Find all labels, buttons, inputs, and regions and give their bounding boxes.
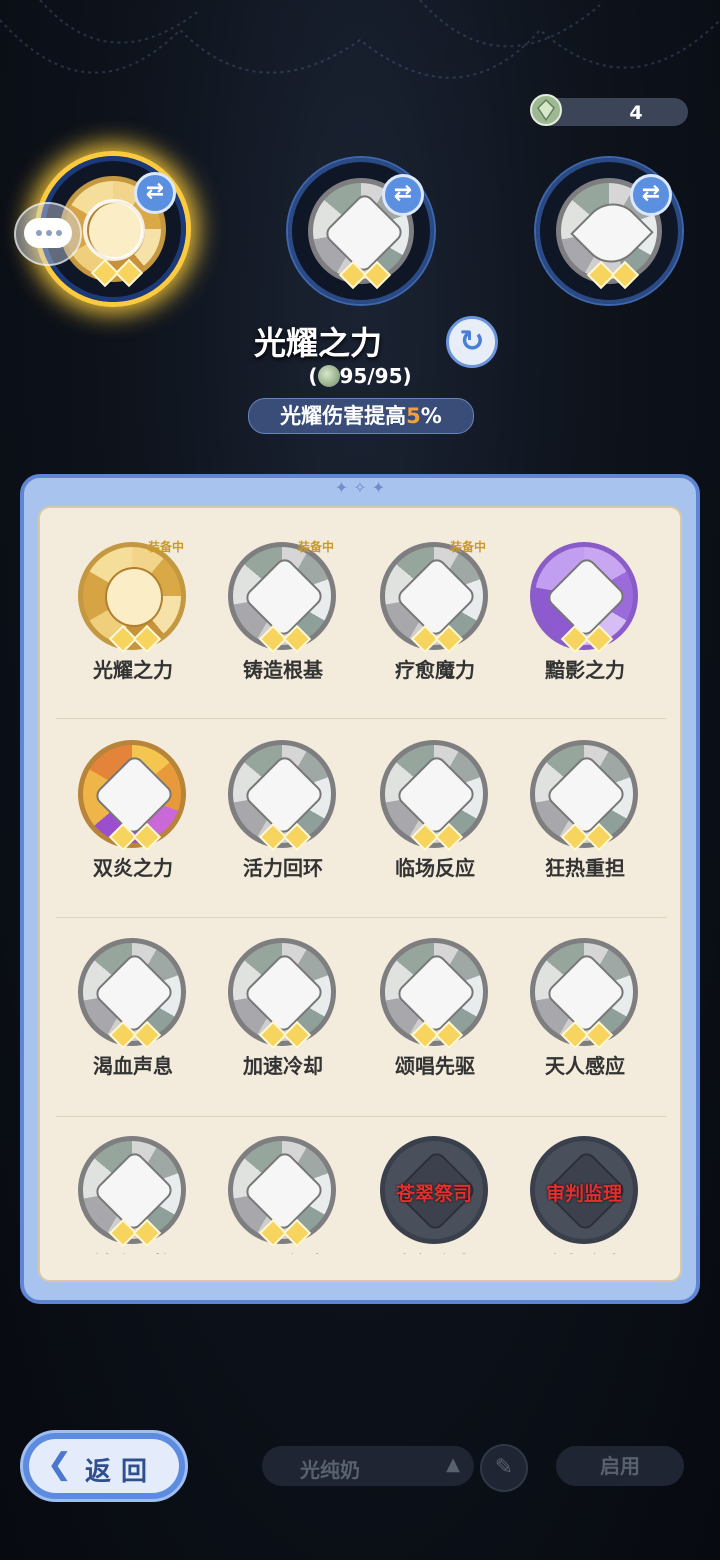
equipped-badge: 装备中 <box>148 540 185 554</box>
radiant-compass-icon <box>78 542 186 654</box>
talent-item[interactable]: 装备中疗愈魔力 <box>360 540 510 722</box>
gauntlet-icon <box>228 938 336 1050</box>
talent-name: 双炎之力 <box>93 856 173 880</box>
talent-name: 不退之壁 <box>208 1248 358 1254</box>
talent-name: 颂唱先驱 <box>395 1054 475 1078</box>
star-burst-icon <box>228 740 336 852</box>
currency-value: 4 <box>629 102 643 124</box>
shield-icon <box>228 1136 336 1248</box>
talent-name: 加速冷却 <box>243 1054 323 1078</box>
talent-item[interactable]: 装备中铸造根基 <box>208 540 358 722</box>
refresh-icon[interactable]: ↻ <box>446 316 498 368</box>
talent-name: 活力回环 <box>243 856 323 880</box>
sun-eye-icon <box>380 938 488 1050</box>
talent-item[interactable]: 黯影之力 <box>510 542 660 722</box>
talent-name: 天人感应 <box>545 1054 625 1078</box>
ornament-icon: ✦ ✧ ✦ <box>334 478 386 497</box>
talent-item[interactable]: 渴血声息 <box>58 938 208 1118</box>
leaf-icon <box>380 542 488 654</box>
talent-name: 光耀之力 <box>93 658 173 682</box>
talent-name: 铸造根基 <box>243 658 323 682</box>
locked-requirement-label: 审判监理 <box>545 1183 622 1205</box>
talent-name: 狂热重担 <box>545 856 625 880</box>
talent-item[interactable]: 苍翠祭司自然之力 <box>360 1136 510 1254</box>
talent-item[interactable]: 加速冷却 <box>208 938 358 1118</box>
locked-nature-icon: 苍翠祭司 <box>380 1136 488 1244</box>
moon-star-icon <box>530 542 638 654</box>
talent-item[interactable]: 活力回环 <box>208 740 358 920</box>
talent-name: 疗愈魔力 <box>395 658 475 682</box>
talent-name: 审判之力 <box>510 1248 660 1254</box>
equipped-badge: 装备中 <box>298 540 335 554</box>
locked-judgement-icon: 审判监理 <box>530 1136 638 1244</box>
talent-item[interactable]: 触底升格 <box>58 1136 208 1254</box>
equipped-badge: 装备中 <box>450 540 487 554</box>
swap-icon[interactable]: ⇄ <box>382 174 424 216</box>
cross-flower-icon <box>530 938 638 1050</box>
equipped-slot-2[interactable]: ⇄ <box>288 158 434 304</box>
talent-name: 自然之力 <box>360 1248 510 1254</box>
selected-cost: (95/95) <box>308 364 412 388</box>
equipped-slot-3[interactable]: ⇄ <box>536 158 682 304</box>
selected-title: 光耀之力 <box>253 324 382 362</box>
edit-pencil-icon[interactable]: ✎ <box>480 1444 528 1492</box>
crystal-icon <box>228 542 336 654</box>
swap-icon[interactable]: ⇄ <box>134 172 176 214</box>
talent-name: 触底升格 <box>58 1248 208 1254</box>
back-arrow-icon: ❮ <box>47 1447 73 1482</box>
chat-bubble-icon[interactable] <box>14 202 82 266</box>
flame-icon <box>78 740 186 852</box>
talent-item[interactable]: 狂热重担 <box>510 740 660 920</box>
talent-item[interactable]: 临场反应 <box>360 740 510 920</box>
selected-effect: 光耀伤害提高5% <box>248 398 474 434</box>
talent-name: 渴血声息 <box>93 1054 173 1078</box>
enable-button[interactable]: 启用 <box>556 1446 684 1486</box>
currency-counter: 4 <box>530 94 688 126</box>
eye-icon <box>530 740 638 852</box>
gem-icon <box>317 365 340 387</box>
locked-requirement-label: 苍翠祭司 <box>395 1183 472 1205</box>
talent-item[interactable]: 天人感应 <box>510 938 660 1118</box>
talent-item[interactable]: 颂唱先驱 <box>360 938 510 1118</box>
talent-item[interactable]: 双炎之力 <box>58 740 208 920</box>
talent-name: 黯影之力 <box>545 658 625 682</box>
gem-icon <box>530 94 562 126</box>
dropdown-triangle-icon: ▲ <box>446 1454 460 1475</box>
talent-item[interactable]: 装备中光耀之力 <box>58 540 208 722</box>
preset-dropdown[interactable]: 光纯奶 ▲ <box>262 1446 474 1486</box>
talent-item[interactable]: 不退之壁 <box>208 1136 358 1254</box>
talent-item[interactable]: 审判监理审判之力 <box>510 1136 660 1254</box>
triangle-gem-icon <box>380 740 488 852</box>
blood-drop-icon <box>78 938 186 1050</box>
flower-icon <box>78 1136 186 1248</box>
back-button[interactable]: ❮ 返回 <box>20 1430 188 1502</box>
talent-name: 临场反应 <box>395 856 475 880</box>
swap-icon[interactable]: ⇄ <box>630 174 672 216</box>
